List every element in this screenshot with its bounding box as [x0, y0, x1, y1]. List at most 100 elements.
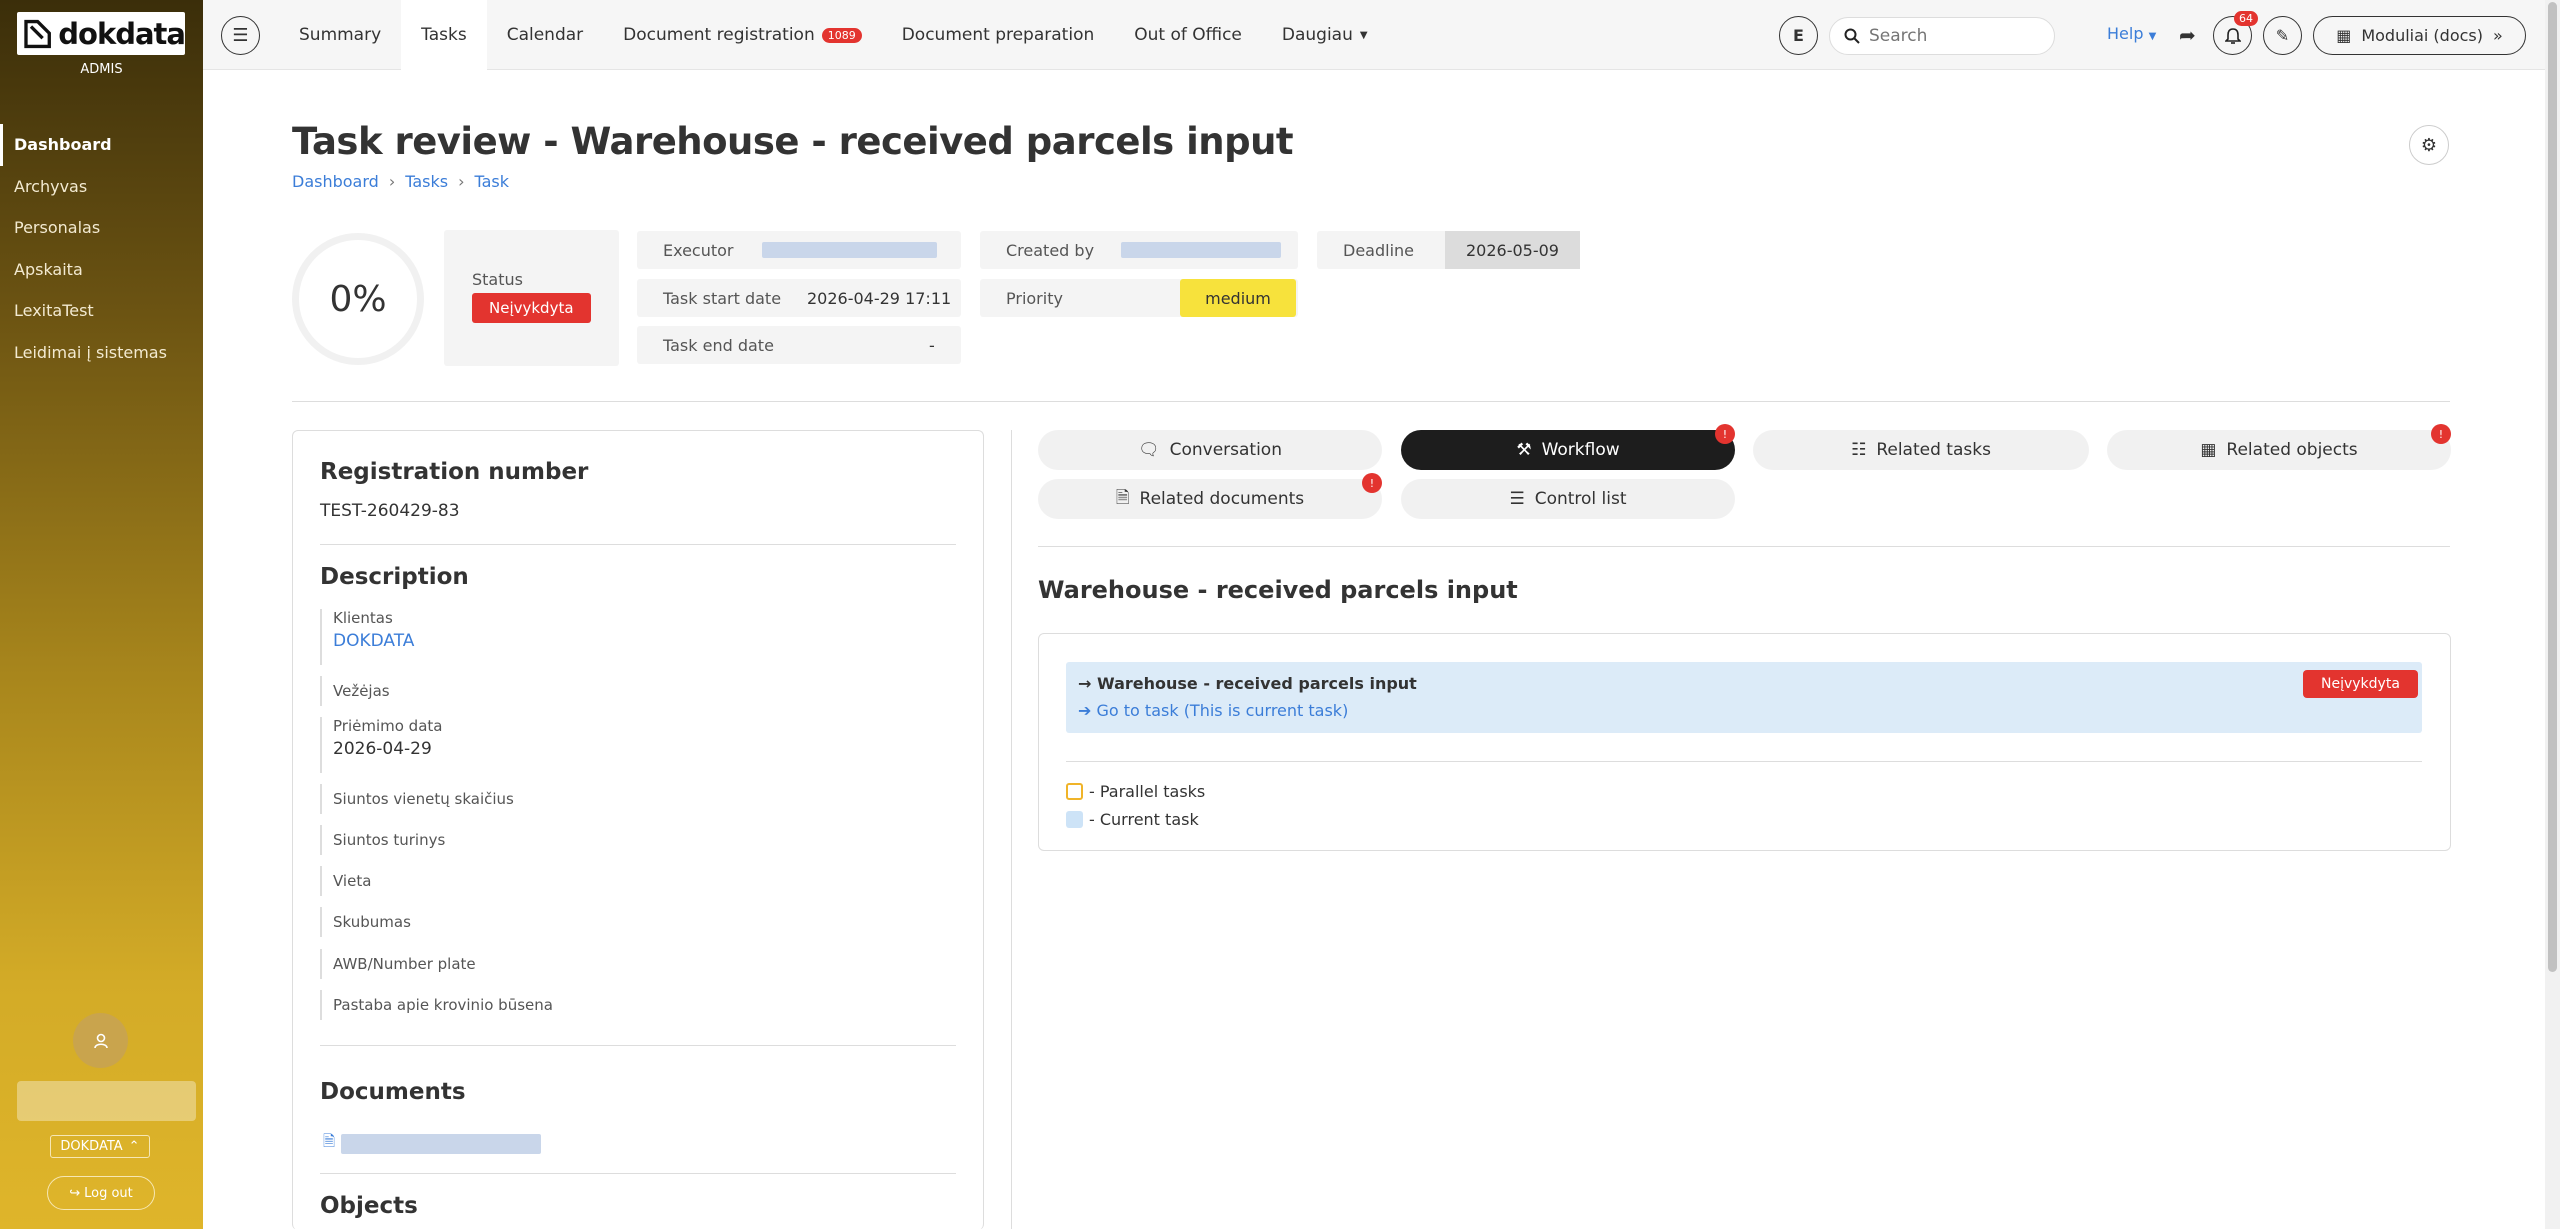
field-label: Klientas — [333, 609, 393, 627]
field-label: Skubumas — [333, 913, 411, 931]
gear-icon[interactable]: ⚙ — [2409, 125, 2449, 165]
field-label: Pastaba apie krovinio būsena — [333, 996, 553, 1014]
tab-tasks[interactable]: Tasks — [401, 0, 487, 70]
tab-out-of-office[interactable]: Out of Office — [1114, 0, 1262, 70]
go-to-task-link[interactable]: ➔ Go to task (This is current task) — [1078, 701, 1348, 720]
progress-ring: 0% — [292, 233, 424, 365]
divider — [1038, 546, 2450, 547]
document-item[interactable]: 🗎 — [323, 1131, 542, 1156]
current-task-title: → Warehouse - received parcels input — [1078, 674, 1417, 693]
search-input[interactable] — [1869, 26, 2049, 46]
objects-title: Objects — [320, 1193, 418, 1219]
tab-label: Tasks — [421, 25, 467, 45]
tab-label: Daugiau — [1281, 25, 1353, 45]
arrow-right-icon: → — [1078, 674, 1092, 693]
tab-workflow[interactable]: ⚒ Workflow — [1401, 430, 1735, 470]
go-to-task-label: Go to task (This is current task) — [1096, 701, 1349, 720]
chevron-right-icon: › — [388, 172, 396, 191]
workflow-title: Warehouse - received parcels input — [1038, 576, 1518, 604]
menu-toggle-icon[interactable]: ☰ — [221, 16, 260, 55]
divider — [320, 1173, 956, 1174]
search-box[interactable] — [1829, 17, 2055, 55]
tab-calendar[interactable]: Calendar — [487, 0, 603, 70]
scroll-thumb[interactable] — [2548, 2, 2557, 972]
status-label: Status — [472, 270, 523, 289]
user-name-redacted — [17, 1081, 196, 1121]
current-task-name: Warehouse - received parcels input — [1096, 674, 1417, 693]
edit-icon[interactable]: ✎ — [2263, 16, 2302, 55]
tab-summary[interactable]: Summary — [279, 0, 401, 70]
user-avatar-icon[interactable] — [73, 1013, 128, 1068]
task-end-field: Task end date - — [637, 326, 961, 364]
tab-related-tasks[interactable]: ☷ Related tasks — [1753, 430, 2089, 470]
legend-label: - Current task — [1089, 810, 1199, 829]
registration-number: TEST-260429-83 — [320, 501, 460, 521]
status-badge: Neįvykdyta — [472, 293, 591, 323]
field-siuntos-vienetu: Siuntos vienetų skaičius — [320, 784, 940, 814]
objects-icon: ▦ — [2200, 440, 2217, 460]
tab-label: Calendar — [506, 25, 584, 45]
tab-label: Document preparation — [901, 25, 1095, 45]
sidebar-item-personalas[interactable]: Personalas — [0, 207, 203, 249]
breadcrumb-task[interactable]: Task — [475, 172, 510, 191]
tab-related-objects[interactable]: ▦ Related objects — [2107, 430, 2451, 470]
executor-field: Executor — [637, 231, 961, 269]
tab-document-registration[interactable]: Document registration 1089 — [603, 0, 882, 70]
sidebar-item-apskaita[interactable]: Apskaita — [0, 249, 203, 291]
caret-down-icon: ▼ — [2148, 31, 2157, 42]
tab-label: Related objects — [2226, 440, 2358, 460]
grid-icon: ▦ — [2336, 26, 2352, 45]
field-awb: AWB/Number plate — [320, 949, 940, 979]
company-selector[interactable]: DOKDATA ⌃ — [50, 1135, 150, 1158]
user-initial-button[interactable]: E — [1779, 16, 1818, 55]
created-by-redacted — [1121, 242, 1281, 258]
field-value-link[interactable]: DOKDATA — [333, 631, 940, 651]
caret-down-icon: ▼ — [1359, 29, 1368, 41]
tab-label: Document registration — [623, 25, 815, 45]
page-title: Task review - Warehouse - received parce… — [292, 120, 1294, 163]
current-swatch — [1066, 811, 1083, 828]
sidebar-item-leidimai[interactable]: Leidimai į sistemas — [0, 332, 203, 374]
task-start-value: 2026-04-29 17:11 — [807, 289, 952, 308]
tab-control-list[interactable]: ☰ Control list — [1401, 479, 1735, 519]
field-klientas: Klientas DOKDATA — [320, 609, 940, 665]
tab-document-preparation[interactable]: Document preparation — [882, 0, 1115, 70]
status-box: Status Neįvykdyta — [444, 230, 619, 366]
page-scrollbar[interactable] — [2545, 0, 2560, 1229]
hammer-icon: ⚒ — [1516, 440, 1532, 460]
field-skubumas: Skubumas — [320, 907, 940, 937]
created-by-label: Created by — [1006, 241, 1095, 260]
breadcrumb-dashboard[interactable]: Dashboard — [292, 172, 379, 191]
modules-button[interactable]: ▦ Moduliai (docs) » — [2313, 16, 2526, 55]
executor-redacted — [762, 242, 937, 258]
field-label: Vežėjas — [333, 682, 390, 700]
tab-daugiau[interactable]: Daugiau ▼ — [1262, 0, 1388, 70]
field-vezejas: Vežėjas — [320, 676, 940, 706]
field-label: Siuntos turinys — [333, 831, 446, 849]
legend-current: - Current task — [1066, 810, 1199, 829]
dokdata-logo[interactable]: dokdata — [17, 12, 186, 55]
sidebar-item-archyvas[interactable]: Archyvas — [0, 166, 203, 208]
alert-badge: ! — [1715, 424, 1735, 444]
tab-related-documents[interactable]: 🗎 Related documents — [1038, 479, 1382, 519]
alert-badge: ! — [2431, 424, 2451, 444]
tab-label: Workflow — [1541, 440, 1620, 460]
tab-label: Conversation — [1169, 440, 1282, 460]
chevron-right-icon: › — [458, 172, 465, 191]
arrow-right-icon: ➔ — [1078, 701, 1092, 720]
document-name-redacted — [341, 1133, 542, 1154]
logout-icon: ↪ — [69, 1185, 81, 1201]
sidebar-item-lexitatest[interactable]: LexitaTest — [0, 290, 203, 332]
share-icon[interactable]: ➦ — [2179, 23, 2196, 47]
sidebar-item-dashboard[interactable]: Dashboard — [0, 124, 203, 166]
breadcrumb-tasks[interactable]: Tasks — [405, 172, 448, 191]
logout-button[interactable]: ↪ Log out — [47, 1176, 155, 1210]
task-start-label: Task start date — [663, 289, 782, 308]
priority-badge: medium — [1180, 279, 1296, 317]
help-dropdown[interactable]: Help ▼ — [2107, 24, 2156, 43]
created-by-field: Created by — [980, 231, 1298, 269]
field-label: Priėmimo data — [333, 717, 443, 735]
tab-conversation[interactable]: 🗨 Conversation — [1038, 430, 1382, 470]
divider — [292, 401, 2450, 402]
parallel-swatch — [1066, 783, 1083, 800]
